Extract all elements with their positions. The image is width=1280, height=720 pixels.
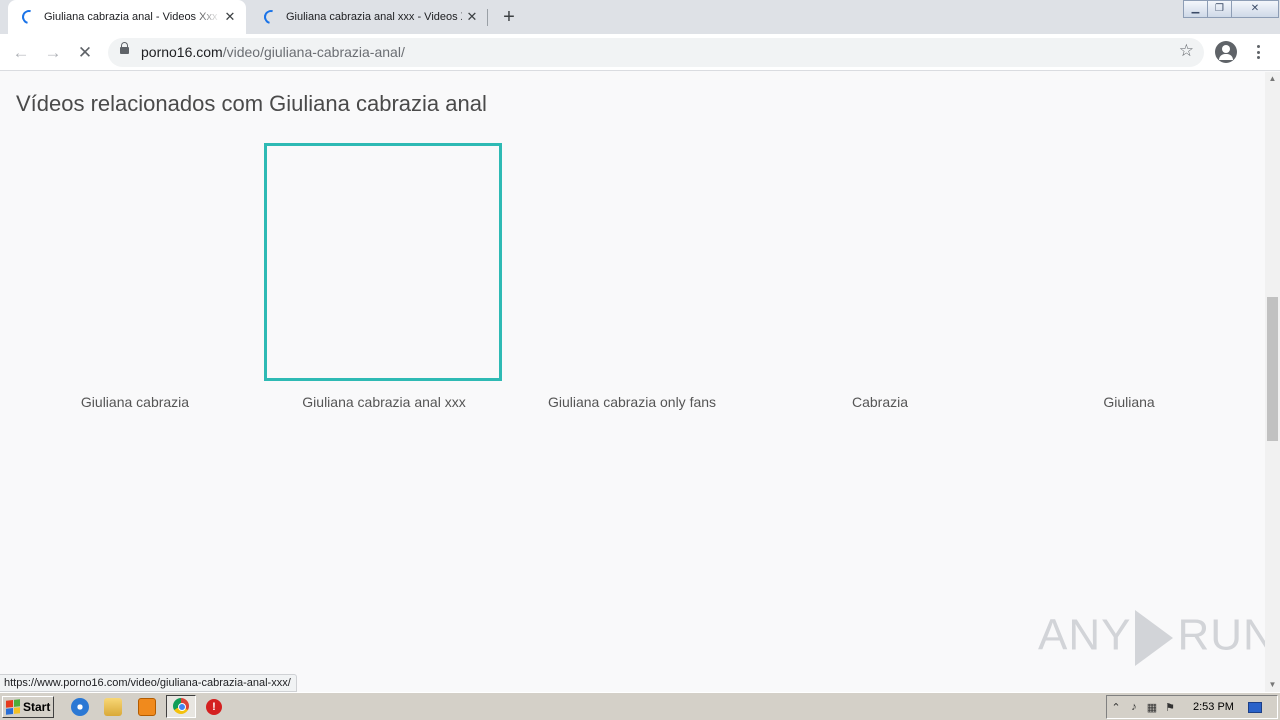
tab-active[interactable]: Giuliana cabrazia anal - Videos Xxx | Po… xyxy=(8,0,246,34)
close-window-button[interactable]: ✕ xyxy=(1232,1,1278,17)
minimize-button[interactable]: ▁ xyxy=(1184,1,1208,17)
tab-title: Giuliana cabrazia anal - Videos Xxx | Po… xyxy=(44,11,220,23)
loading-spinner-icon xyxy=(19,7,39,27)
browser-menu-icon[interactable] xyxy=(1251,42,1265,62)
video-thumbnail[interactable] xyxy=(512,143,750,381)
video-link-label[interactable]: Giuliana cabrazia anal xxx xyxy=(264,394,504,410)
account-avatar-icon[interactable] xyxy=(1215,41,1237,63)
start-button[interactable]: Start xyxy=(2,696,54,718)
watermark-text-left: ANY xyxy=(1038,610,1132,660)
restore-button[interactable]: ❐ xyxy=(1208,1,1232,17)
page-scrollbar[interactable]: ▲ ▼ xyxy=(1265,72,1280,692)
window-controls: ▁ ❐ ✕ xyxy=(1183,0,1279,18)
video-link-label[interactable]: Giuliana cabrazia xyxy=(15,394,255,410)
play-logo-icon xyxy=(1135,610,1174,666)
loading-spinner-icon xyxy=(261,7,281,27)
system-tray: ⌃ ♪ ▦ ⚑ 2:53 PM xyxy=(1106,695,1278,719)
link-status-bar: https://www.porno16.com/video/giuliana-c… xyxy=(0,674,297,692)
page-title: Vídeos relacionados com Giuliana cabrazi… xyxy=(16,91,487,116)
watermark-text-right: RUN xyxy=(1177,610,1276,660)
anyrun-watermark: ANY RUN xyxy=(1038,610,1276,666)
new-tab-button[interactable]: + xyxy=(498,6,520,28)
tab-separator xyxy=(487,9,488,26)
tab-strip: Giuliana cabrazia anal - Videos Xxx | Po… xyxy=(0,0,1280,34)
show-desktop-icon[interactable] xyxy=(1247,701,1262,713)
video-thumbnail-focused[interactable] xyxy=(264,143,502,381)
windows-logo-icon xyxy=(6,699,20,715)
action-center-flag-icon[interactable]: ⚑ xyxy=(1161,701,1179,714)
page-content: Vídeos relacionados com Giuliana cabrazi… xyxy=(0,72,1275,692)
tab-title: Giuliana cabrazia anal xxx - Videos Xxx … xyxy=(286,11,462,23)
video-link-label[interactable]: Giuliana xyxy=(1009,394,1249,410)
start-label: Start xyxy=(23,700,51,714)
video-thumbnail[interactable] xyxy=(16,143,254,381)
url-domain: porno16.com xyxy=(141,44,223,60)
taskbar-clock[interactable]: 2:53 PM xyxy=(1193,701,1234,713)
network-icon[interactable]: ▦ xyxy=(1143,701,1161,714)
video-thumbnail[interactable] xyxy=(1008,143,1246,381)
file-explorer-icon[interactable] xyxy=(104,698,122,716)
volume-icon[interactable]: ♪ xyxy=(1125,701,1143,713)
video-thumbnail[interactable] xyxy=(760,143,998,381)
lock-icon[interactable] xyxy=(120,42,129,54)
url-path: /video/giuliana-cabrazia-anal/ xyxy=(222,44,405,60)
stop-loading-button[interactable]: ✕ xyxy=(73,41,97,65)
video-link-label[interactable]: Cabrazia xyxy=(760,394,1000,410)
bookmark-star-icon[interactable]: ☆ xyxy=(1179,41,1194,61)
media-player-icon[interactable] xyxy=(138,698,156,716)
back-button[interactable]: ← xyxy=(9,41,33,65)
tab-inactive[interactable]: Giuliana cabrazia anal xxx - Videos Xxx … xyxy=(250,0,488,34)
stop-sign-icon[interactable]: ! xyxy=(206,699,222,715)
chrome-taskbar-button[interactable] xyxy=(166,695,196,718)
browser-toolbar: ← → ✕ porno16.com/video/giuliana-cabrazi… xyxy=(0,34,1280,71)
address-bar[interactable]: porno16.com/video/giuliana-cabrazia-anal… xyxy=(108,38,1204,67)
scrollbar-thumb[interactable] xyxy=(1267,297,1278,441)
tab-close-icon[interactable]: ✕ xyxy=(462,9,482,25)
url-text[interactable]: porno16.com/video/giuliana-cabrazia-anal… xyxy=(141,44,405,60)
internet-explorer-icon[interactable] xyxy=(71,698,89,716)
scroll-up-arrow-icon[interactable]: ▲ xyxy=(1265,72,1280,86)
forward-button[interactable]: → xyxy=(41,41,65,65)
scroll-down-arrow-icon[interactable]: ▼ xyxy=(1265,678,1280,692)
video-link-label[interactable]: Giuliana cabrazia only fans xyxy=(512,394,752,410)
windows-taskbar: Start ! ⌃ ♪ ▦ ⚑ 2:53 PM xyxy=(0,692,1280,720)
tray-expand-icon[interactable]: ⌃ xyxy=(1107,701,1125,714)
tab-close-icon[interactable]: ✕ xyxy=(220,9,240,25)
